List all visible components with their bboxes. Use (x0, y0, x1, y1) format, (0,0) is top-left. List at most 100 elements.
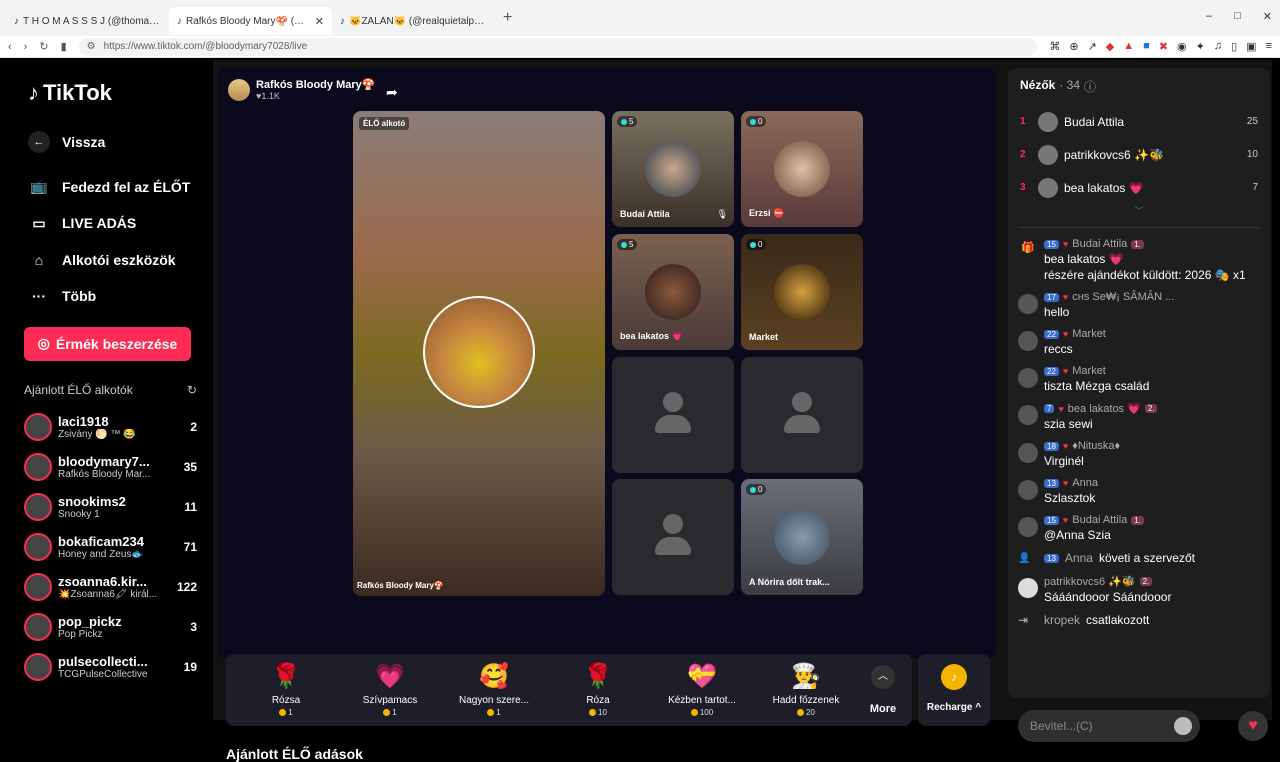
heart-badge-icon: ♥ (1062, 515, 1069, 525)
gift-item[interactable]: 👨‍🍳 Hadd főzzenek 20 (754, 663, 858, 717)
reload-icon[interactable]: ↻ (39, 40, 48, 53)
extension-icon[interactable]: ◉ (1177, 40, 1187, 53)
host-avatar[interactable] (228, 78, 250, 101)
top-viewers: 1 Budai Attila 25 2 patrikkovcs6 ✨🐝 10 3 bea la… (1008, 105, 1270, 204)
gift-item[interactable]: 🌹 Róza 10 (546, 663, 650, 717)
empty-guest-slot[interactable] (612, 357, 734, 473)
chat-message[interactable]: 22 ♥ Market reccs (1018, 328, 1260, 356)
chat-message[interactable]: 18 ♥ ♦Nituska♦ Virginél (1018, 440, 1260, 468)
gift-item[interactable]: 🌹 Rózsa 1 (234, 663, 338, 717)
chat-username[interactable]: Anna (1072, 477, 1098, 489)
browser-tab-1[interactable]: ♪ T H O M A S S S J (@thomass... (6, 7, 169, 35)
back-button[interactable]: ← Vissza (28, 124, 197, 161)
site-info-icon[interactable]: ⚙ (87, 41, 96, 52)
host-info[interactable]: Rafkós Bloody Mary🍄 ♥1.1K (228, 78, 375, 101)
rewards-icon[interactable]: ▲ (1123, 40, 1134, 53)
translate-icon[interactable]: ⌘ (1049, 40, 1060, 53)
refresh-icon[interactable]: ↻ (187, 383, 197, 397)
guest-tile[interactable]: 0 Erzsi ⛔ (741, 111, 863, 227)
extension-icon[interactable]: ✖ (1159, 40, 1168, 53)
chat-message[interactable]: 15 ♥ Budai Attila 1. @Anna Szia (1018, 514, 1260, 542)
recommended-creator[interactable]: snookims2 Snooky 1 11 (24, 487, 197, 527)
nav-more[interactable]: ··· Több (28, 278, 197, 315)
help-icon[interactable]: ⓘ (1084, 78, 1096, 95)
chat-message[interactable]: 7 ♥ bea lakatos 💗 2. szia sewi (1018, 402, 1260, 431)
url-field[interactable]: ⚙ https://www.tiktok.com/@bloodymary7028/… (78, 37, 1038, 56)
nav-creator-tools[interactable]: ⌂ Alkotói eszközök (28, 242, 197, 279)
chat-username[interactable]: Budai Attila (1072, 514, 1127, 526)
guest-tile[interactable]: 0 A Nórira dőlt trak... (741, 479, 863, 595)
chat-username[interactable]: kropek (1044, 613, 1080, 627)
recommended-creator[interactable]: bloodymary7... Rafkós Bloody Mar... 35 (24, 447, 197, 487)
extensions-puzzle-icon[interactable]: ✦ (1196, 40, 1205, 53)
guest-tile[interactable]: 0 Market (741, 234, 863, 350)
chat-username[interactable]: ᴄʜѕ Se₩¡ SÂMȂN ... (1072, 291, 1174, 303)
top-viewer-row[interactable]: 3 bea lakatos 💗 7 (1020, 171, 1258, 204)
gift-item[interactable]: 💗 Szívpamacs 1 (338, 663, 442, 717)
gift-item[interactable]: 💝 Kézben tartot... 100 (650, 663, 754, 717)
chat-username[interactable]: Market (1072, 365, 1106, 377)
share-icon[interactable]: ➦ (386, 84, 398, 101)
menu-icon[interactable]: ≡ (1266, 40, 1272, 53)
creator-username: zsoanna6.kir... (58, 573, 147, 589)
recommended-creator[interactable]: zsoanna6.kir... 💥Zsoanna6🖍 királ... 122 (24, 567, 197, 607)
bookmark-icon[interactable]: ▮ (61, 40, 67, 53)
gift-more-button[interactable]: ︿ More (858, 665, 908, 715)
chat-message[interactable]: 17 ♥ ᴄʜѕ Se₩¡ SÂMȂN ... hello (1018, 291, 1260, 319)
share-icon[interactable]: ↗ (1088, 40, 1097, 53)
chat-message[interactable]: 22 ♥ Market tiszta Mézga család (1018, 365, 1260, 393)
get-coins-button[interactable]: ◎ Érmék beszerzése (24, 326, 191, 361)
top-viewer-row[interactable]: 1 Budai Attila 25 (1020, 105, 1258, 138)
empty-guest-slot[interactable] (612, 479, 734, 595)
back-icon[interactable]: ‹ (8, 41, 12, 53)
forward-icon[interactable]: › (24, 41, 28, 53)
chat-username[interactable]: ♦Nituska♦ (1072, 440, 1120, 452)
browser-tab-3[interactable]: ♪ 🐱ZALÁN🐱 (@realquietalpha) ÉLŐ (332, 7, 495, 35)
creator-username: snookims2 (58, 493, 126, 509)
new-tab-icon[interactable]: + (503, 9, 512, 27)
nav-go-live[interactable]: ▭ LIVE ADÁS (28, 205, 197, 242)
brave-shield-icon[interactable]: ◆ (1106, 40, 1114, 53)
guest-tile[interactable]: 5 bea lakatos 💗 (612, 234, 734, 350)
recommended-creator[interactable]: laci1918 Zsivány 🌕 ™ 😂 2 (24, 407, 197, 447)
viewers-count: · 34 (1059, 78, 1081, 92)
minimize-icon[interactable]: – (1206, 10, 1212, 23)
guest-tile[interactable]: 5 Budai Attila 🎙 (612, 111, 734, 227)
chat-username[interactable]: Budai Attila (1072, 238, 1127, 250)
tiktok-logo[interactable]: ♪ TikTok (28, 80, 197, 106)
chevron-down-icon[interactable]: ﹀ (1008, 204, 1270, 217)
user-avatar (1018, 517, 1038, 537)
chat-username[interactable]: Anna (1065, 551, 1093, 565)
viewer-avatar (1038, 177, 1058, 198)
empty-guest-slot[interactable] (741, 357, 863, 473)
sidebar-icon[interactable]: ▯ (1231, 40, 1237, 53)
chat-message[interactable]: 13 ♥ Anna Szlasztok (1018, 477, 1260, 505)
media-icon[interactable]: ♫ (1214, 40, 1222, 53)
recommended-creator[interactable]: pulsecollecti... TCGPulseCollective 19 (24, 647, 197, 687)
viewer-rank: 3 (1020, 182, 1026, 193)
viewers-header[interactable]: Nézők · 34 ⓘ (1008, 68, 1270, 105)
chat-username[interactable]: Market (1072, 328, 1106, 340)
message-header: 17 ♥ ᴄʜѕ Se₩¡ SÂMȂN ... (1044, 291, 1174, 303)
close-tab-icon[interactable]: ✕ (315, 15, 324, 28)
recommended-creator[interactable]: bokaficam234 Honey and Zeus🐟 71 (24, 527, 197, 567)
zoom-icon[interactable]: ⊕ (1069, 40, 1078, 53)
chat-message[interactable]: 🎁 15 ♥ Budai Attila 1. bea lakatos 💗 részére a… (1018, 238, 1260, 282)
extension-icon[interactable]: ■ (1143, 40, 1150, 53)
recommended-creator[interactable]: pop_pickz Pop Pickz 3 (24, 607, 197, 647)
maximize-icon[interactable]: □ (1234, 10, 1241, 23)
chat-username[interactable]: bea lakatos 💗 (1068, 402, 1141, 415)
recharge-button[interactable]: ♪ Recharge ^ (918, 654, 990, 726)
creator-nickname: Rafkós Bloody Mar... (58, 468, 151, 480)
gift-item[interactable]: 🥰 Nagyon szere... 1 (442, 663, 546, 717)
top-viewer-row[interactable]: 2 patrikkovcs6 ✨🐝 10 (1020, 138, 1258, 171)
main-video[interactable]: ÉLŐ alkotó Rafkós Bloody Mary🍄 (353, 111, 605, 596)
heart-button[interactable]: ♥ (1238, 711, 1268, 741)
wallet-icon[interactable]: ▣ (1246, 40, 1256, 53)
close-window-icon[interactable]: ✕ (1263, 10, 1272, 23)
chat-username[interactable]: patrikkovcs6 ✨🐝 (1044, 575, 1136, 588)
browser-tab-2[interactable]: ♪ Rafkós Bloody Mary🍄 (@blo... ✕ (169, 7, 332, 35)
nav-explore-live[interactable]: 📺 Fedezd fel az ÉLŐT (28, 169, 197, 206)
chat-input[interactable]: Bevitel...(C) (1018, 710, 1200, 742)
chat-message[interactable]: patrikkovcs6 ✨🐝 2. Sááándooor Sáándooor (1018, 575, 1260, 604)
